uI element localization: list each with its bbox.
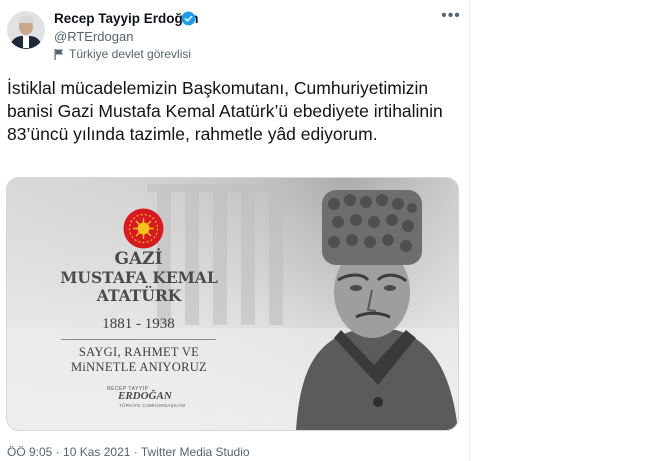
account-label: Türkiye devlet görevlisi bbox=[54, 47, 191, 61]
avatar-hair bbox=[18, 16, 34, 23]
verified-badge-icon bbox=[181, 11, 196, 26]
media-divider bbox=[61, 339, 216, 340]
signature-title: TÜRKİYE CUMHURBAŞKANI bbox=[119, 403, 186, 408]
ataturk-portrait bbox=[296, 190, 458, 430]
account-label-text: Türkiye devlet görevlisi bbox=[69, 47, 192, 61]
media-title-line3: ATATÜRK bbox=[96, 286, 182, 305]
media-title-line1: GAZİ bbox=[114, 249, 163, 269]
flag-icon bbox=[54, 48, 63, 60]
author-handle[interactable]: @RTErdogan bbox=[54, 29, 133, 44]
avatar-shirt bbox=[23, 36, 29, 48]
media-tribute-line1: SAYGI, RAHMET VE bbox=[78, 345, 200, 359]
more-dots-icon[interactable]: ••• bbox=[440, 8, 462, 26]
tweet-card[interactable]: Recep Tayyip Erdoğan @RTErdogan Türkiye … bbox=[0, 0, 470, 461]
signature-name: ERDOĞAN bbox=[118, 390, 172, 402]
author-name[interactable]: Recep Tayyip Erdoğan bbox=[54, 11, 199, 26]
media-tribute: SAYGI, RAHMET VE MiNNETLE ANIYORUZ bbox=[41, 345, 237, 375]
presidential-seal-icon bbox=[123, 208, 164, 249]
avatar[interactable] bbox=[7, 11, 45, 49]
tweet-media-image[interactable]: GAZİ MUSTAFA KEMAL ATATÜRK 1881 - 1938 S… bbox=[6, 177, 459, 431]
tweet-timestamp[interactable]: ÖÖ 9:05 · 10 Kas 2021 · Twitter Media St… bbox=[7, 445, 250, 459]
media-years: 1881 - 1938 bbox=[102, 316, 175, 332]
tweet-text: İstiklal mücadelemizin Başkomutanı, Cumh… bbox=[7, 78, 443, 144]
media-title-line2: MUSTAFA KEMAL bbox=[60, 268, 218, 287]
media-tribute-line2: MiNNETLE ANIYORUZ bbox=[71, 360, 207, 374]
media-title-name: MUSTAFA KEMAL ATATÜRK bbox=[41, 269, 237, 305]
